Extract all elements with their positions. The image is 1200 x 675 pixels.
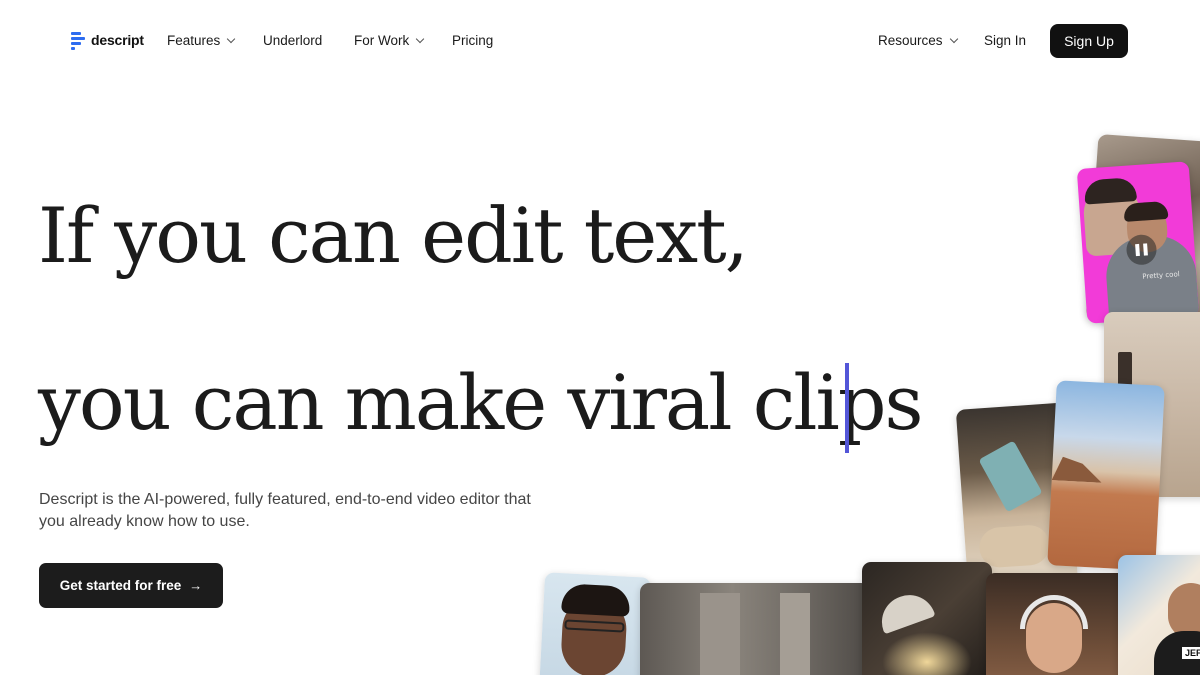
sign-in-label: Sign In	[984, 33, 1027, 48]
logo-text: descript	[91, 32, 144, 48]
name-tag: JEFF	[1182, 647, 1200, 659]
get-started-button[interactable]: Get started for free →	[39, 563, 223, 608]
text-cursor-caret	[845, 363, 849, 453]
nav-resources-label: Resources	[878, 33, 943, 48]
nav-underlord-label: Underlord	[263, 33, 323, 48]
hero-headline-line-2: you can make viral clips	[38, 358, 924, 447]
nav-for-work[interactable]: For Work	[354, 33, 425, 48]
video-thumbnail-podcaster	[986, 573, 1128, 675]
nav-features-label: Features	[167, 33, 221, 48]
hero-headline-line-1: If you can edit text,	[38, 191, 749, 280]
hero-subtitle: Descript is the AI-powered, fully featur…	[39, 491, 531, 530]
sign-in-link[interactable]: Sign In	[984, 33, 1026, 48]
chevron-down-icon	[416, 34, 425, 44]
video-thumbnail-jeff: JEFF	[1118, 555, 1200, 675]
nav-resources[interactable]: Resources	[878, 33, 958, 48]
nav-features[interactable]: Features	[167, 33, 236, 48]
chevron-down-icon	[227, 34, 236, 44]
descript-logo-icon	[71, 30, 87, 50]
video-thumbnail-lamp	[862, 562, 992, 675]
arrow-right-icon: →	[189, 578, 203, 593]
video-thumbnail-curtains	[640, 583, 870, 675]
sign-up-button[interactable]: Sign Up	[1050, 24, 1128, 58]
video-thumbnail-desert	[1047, 380, 1165, 571]
nav-pricing-label: Pricing	[452, 33, 494, 48]
get-started-label: Get started for free	[59, 578, 182, 593]
video-thumbnail-presenter	[538, 572, 652, 675]
descript-logo[interactable]: descript	[71, 30, 144, 50]
chevron-down-icon	[949, 34, 958, 44]
nav-underlord[interactable]: Underlord	[263, 33, 322, 48]
video-thumbnail-creators: Pretty cool	[1076, 161, 1200, 324]
nav-for-work-label: For Work	[354, 33, 410, 48]
site-header: descript Features Underlord For Work Pri…	[0, 0, 1200, 82]
nav-pricing[interactable]: Pricing	[452, 33, 493, 48]
